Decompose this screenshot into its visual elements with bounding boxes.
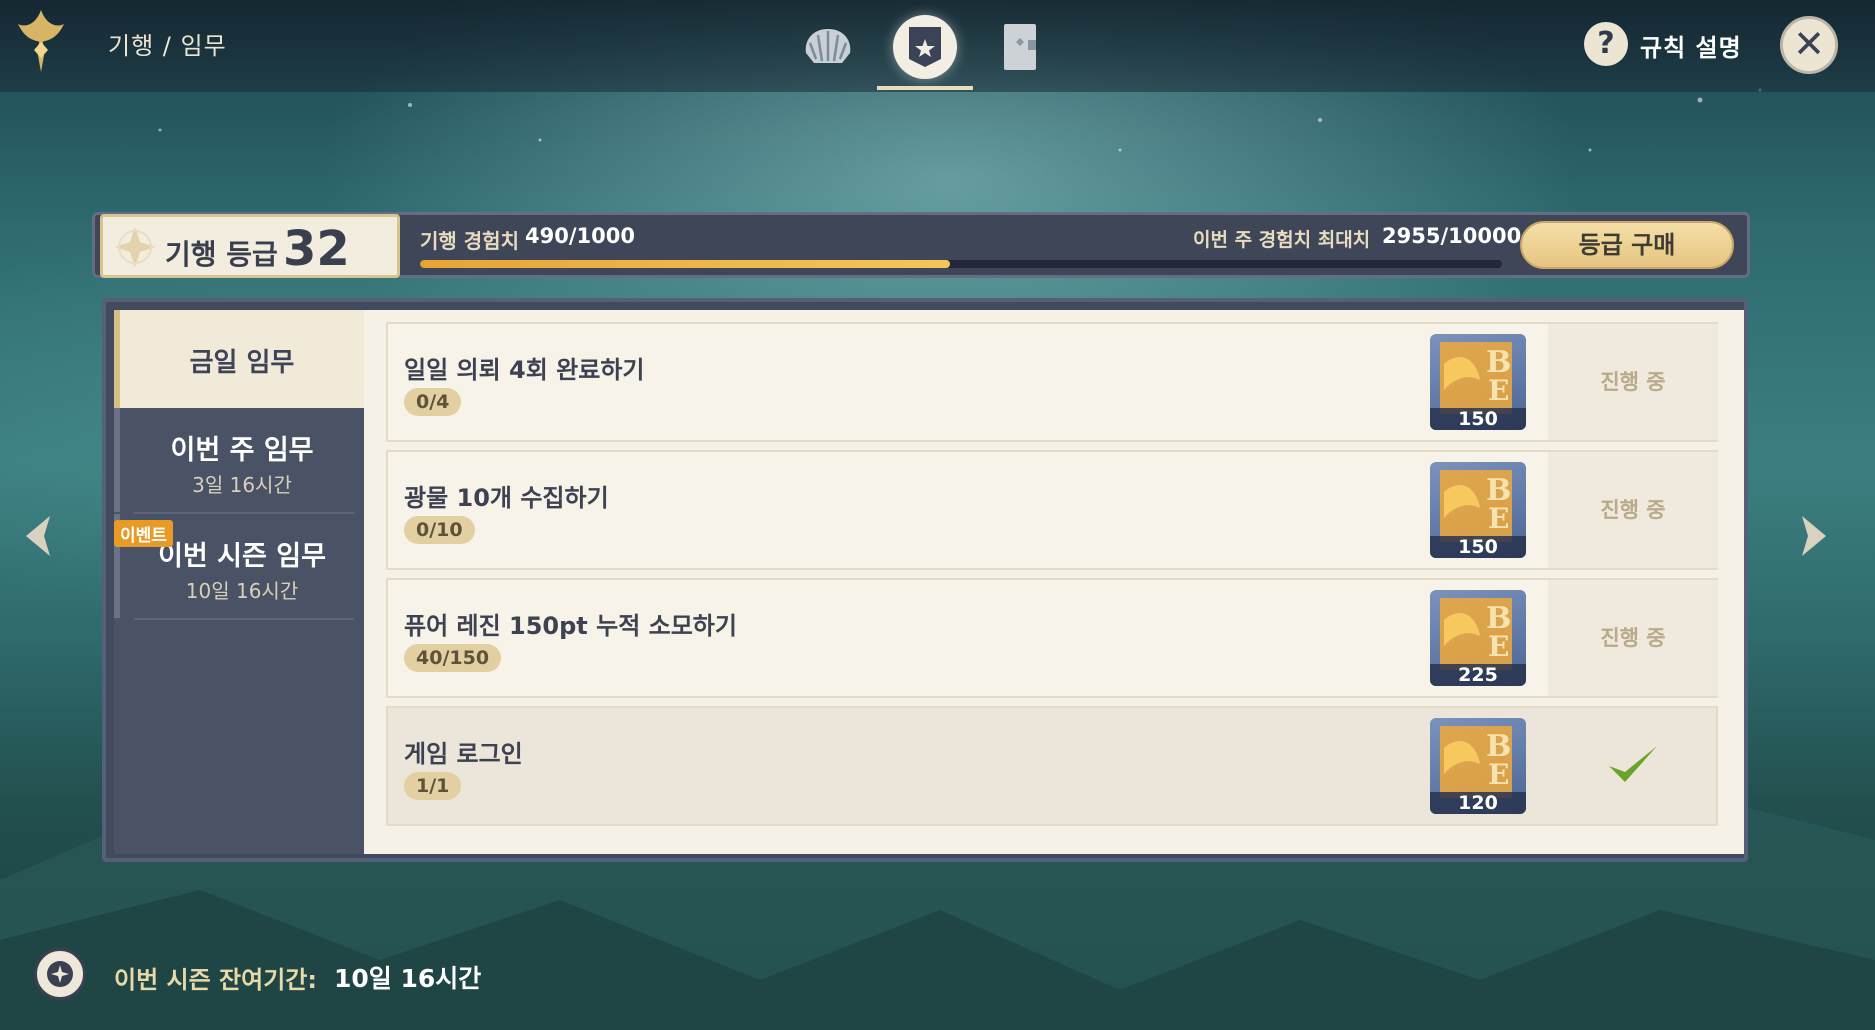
right-arrow-icon[interactable] xyxy=(1792,512,1832,560)
task-status: 진행 중 xyxy=(1548,452,1718,568)
task-row: 게임 로그인 1/1 B E 120 xyxy=(386,706,1718,826)
task-title: 퓨어 레진 150pt 누적 소모하기 xyxy=(404,612,737,640)
exp-progress-track xyxy=(420,260,1502,268)
reward-item[interactable]: B E 225 xyxy=(1430,590,1526,686)
exp-progress-fill xyxy=(420,260,951,268)
task-title: 일일 의뢰 4회 완료하기 xyxy=(404,356,645,384)
svg-text:E: E xyxy=(1488,630,1509,663)
reward-item[interactable]: B E 120 xyxy=(1430,718,1526,814)
tab-underline xyxy=(877,86,973,90)
sidebar-item-label: 이번 주 임무 xyxy=(170,435,314,466)
svg-text:E: E xyxy=(1488,374,1509,407)
sidebar-item-timer: 3일 16시간 xyxy=(192,473,292,497)
task-list: 일일 의뢰 4회 완료하기 0/4 B E 150 진행 중 광물 10개 수집… xyxy=(364,310,1744,854)
reward-value: 225 xyxy=(1430,664,1526,686)
level-badge: 기행 등급 32 xyxy=(100,214,400,278)
mission-tab-disc xyxy=(893,15,957,79)
level-value: 32 xyxy=(283,221,350,277)
level-label: 기행 등급 xyxy=(165,238,278,271)
reward-value: 120 xyxy=(1430,792,1526,814)
task-row: 광물 10개 수집하기 0/10 B E 150 진행 중 xyxy=(386,450,1718,570)
help-label[interactable]: 규칙 설명 xyxy=(1640,28,1742,63)
task-row: 일일 의뢰 4회 완료하기 0/4 B E 150 진행 중 xyxy=(386,322,1718,442)
task-status: 진행 중 xyxy=(1548,580,1718,696)
top-bar: 기행 / 임무 ? 규칙 설명 ✕ xyxy=(0,0,1875,92)
tab-mission[interactable] xyxy=(890,12,960,82)
level-star-icon xyxy=(115,227,155,267)
mission-category-sidebar: 금일 임무 이번 주 임무 3일 16시간 이번 시즌 임무 10일 16시간 xyxy=(114,310,364,854)
sidebar-item-timer: 10일 16시간 xyxy=(185,579,299,603)
mission-tab-icon xyxy=(909,27,941,67)
task-row: 퓨어 레진 150pt 누적 소모하기 40/150 B E 225 진행 중 xyxy=(386,578,1718,698)
tab-shell[interactable] xyxy=(793,12,863,82)
task-title: 광물 10개 수집하기 xyxy=(404,484,609,512)
reward-item[interactable]: B E 150 xyxy=(1430,462,1526,558)
svg-text:E: E xyxy=(1488,758,1509,791)
task-progress: 40/150 xyxy=(404,644,502,672)
tab-notice[interactable] xyxy=(985,12,1055,82)
reward-value: 150 xyxy=(1430,536,1526,558)
level-bar: 기행 등급 32 기행 경험치 490/1000 이번 주 경험치 최대치 29… xyxy=(92,212,1750,278)
reward-item[interactable]: B E 150 xyxy=(1430,334,1526,430)
task-progress: 1/1 xyxy=(404,772,462,800)
mission-panel: 금일 임무 이번 주 임무 3일 16시간 이번 시즌 임무 10일 16시간 … xyxy=(102,298,1748,862)
sidebar-divider xyxy=(134,618,354,620)
task-status-completed xyxy=(1548,708,1718,824)
close-button[interactable]: ✕ xyxy=(1780,16,1838,74)
season-icon xyxy=(34,948,86,1000)
breadcrumb: 기행 / 임무 xyxy=(108,32,227,60)
exp-label: 기행 경험치 xyxy=(420,229,519,253)
sidebar-item-label: 금일 임무 xyxy=(189,348,295,378)
event-badge: 이벤트 xyxy=(114,520,173,547)
notice-tab-icon xyxy=(1004,24,1036,70)
weekly-exp-label: 이번 주 경험치 최대치 xyxy=(1193,229,1371,251)
weekly-exp-value: 2955/10000 xyxy=(1382,224,1522,248)
buy-level-button[interactable]: 등급 구매 xyxy=(1520,221,1734,269)
season-remaining-value: 10일 16시간 xyxy=(334,964,482,993)
logo-icon xyxy=(18,10,64,72)
help-icon[interactable]: ? xyxy=(1584,22,1628,66)
sidebar-item-weekly[interactable]: 이번 주 임무 3일 16시간 xyxy=(114,408,364,512)
shell-tab-icon xyxy=(805,29,851,63)
left-arrow-icon[interactable] xyxy=(20,512,60,560)
reward-value: 150 xyxy=(1430,408,1526,430)
svg-text:E: E xyxy=(1488,502,1509,535)
task-title: 게임 로그인 xyxy=(404,740,523,768)
season-remaining-label: 이번 시즌 잔여기간: xyxy=(114,966,317,994)
season-icon-glyph xyxy=(47,961,73,987)
exp-value: 490/1000 xyxy=(525,224,635,248)
task-progress: 0/4 xyxy=(404,388,462,416)
checkmark-icon xyxy=(1609,746,1657,782)
task-status: 진행 중 xyxy=(1548,324,1718,440)
sidebar-item-daily[interactable]: 금일 임무 xyxy=(114,310,364,408)
task-progress: 0/10 xyxy=(404,516,475,544)
